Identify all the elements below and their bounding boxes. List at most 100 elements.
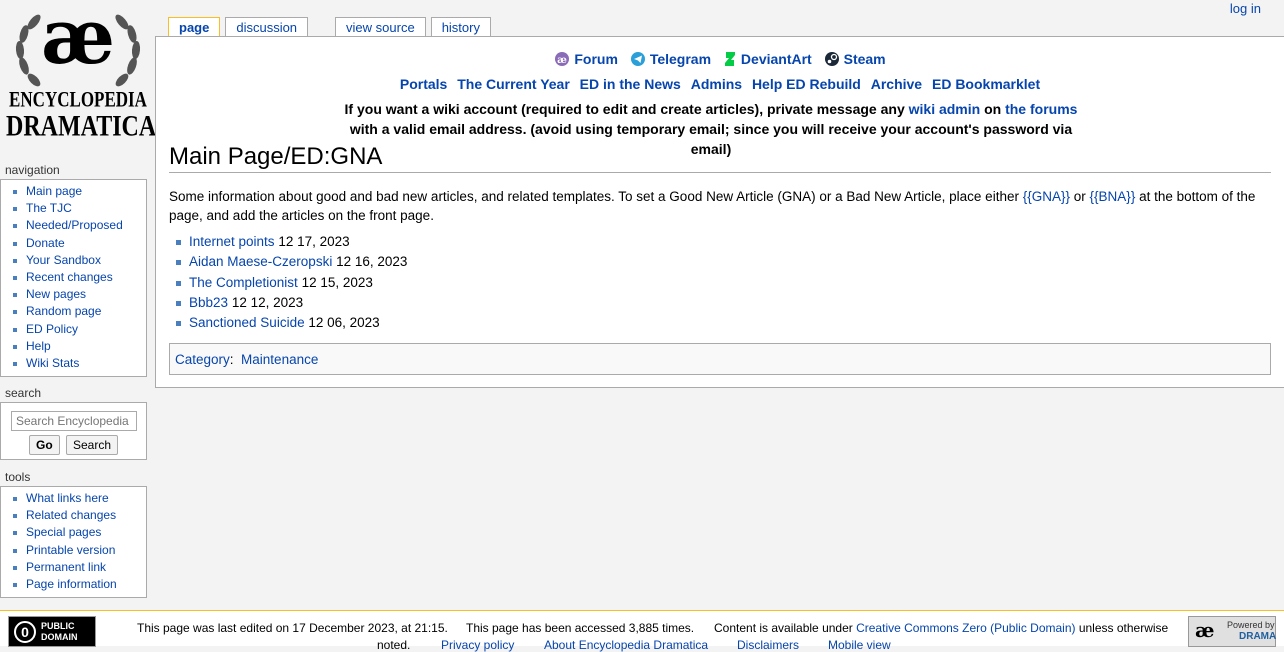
telegram-label: Telegram: [649, 51, 712, 67]
list-item: Internet points 12 17, 2023: [169, 233, 407, 253]
search-input[interactable]: [11, 411, 137, 431]
wiki-admin-link[interactable]: wiki admin: [909, 101, 981, 117]
nav-main-page[interactable]: Main page: [26, 184, 82, 198]
public-domain-badge[interactable]: 0 PUBLIC DOMAIN: [8, 616, 96, 647]
list-item: The Completionist 12 15, 2023: [169, 274, 407, 294]
page-title: Main Page/ED:GNA: [169, 143, 1271, 173]
list-item: Sanctioned Suicide 12 06, 2023: [169, 314, 407, 334]
about-link[interactable]: About Encyclopedia Dramatica: [544, 638, 708, 652]
nav-needed-proposed[interactable]: Needed/Proposed: [26, 218, 123, 232]
powered-by-name: DRAMA: [1239, 631, 1277, 642]
intro-text-1: Some information about good and bad new …: [169, 189, 1023, 204]
deviantart-label: DeviantArt: [740, 51, 812, 67]
login-link[interactable]: log in: [1230, 1, 1261, 16]
pd-line-1: PUBLIC: [41, 621, 75, 631]
tool-special-pages[interactable]: Special pages: [26, 525, 101, 539]
category-label-link[interactable]: Category: [175, 352, 230, 367]
license-link[interactable]: Creative Commons Zero (Public Domain): [856, 621, 1075, 635]
mobile-view-link[interactable]: Mobile view: [828, 638, 891, 652]
view-count-info: This page has been accessed 3,885 times.: [466, 621, 695, 635]
search-portlet: Go Search: [0, 402, 147, 460]
nav-help[interactable]: Help: [26, 339, 51, 353]
notice-text-1: If you want a wiki account (required to …: [344, 101, 909, 117]
nav-wiki-stats[interactable]: Wiki Stats: [26, 356, 79, 370]
main-content: æ Forum Telegram DeviantArt Steam Portal…: [155, 36, 1284, 388]
forum-label: Forum: [574, 51, 618, 67]
tab-view-source[interactable]: view source: [335, 17, 426, 37]
nav-the-tjc[interactable]: The TJC: [26, 201, 72, 215]
tool-what-links-here[interactable]: What links here: [26, 491, 109, 505]
forum-link[interactable]: æ Forum: [554, 51, 618, 67]
search-heading: search: [5, 386, 42, 400]
tool-related-changes[interactable]: Related changes: [26, 508, 116, 522]
forum-icon: æ: [555, 52, 570, 66]
telegram-icon: [630, 52, 645, 66]
steam-link[interactable]: Steam: [824, 51, 886, 67]
gna-template-link[interactable]: {{GNA}}: [1023, 189, 1070, 204]
article-link[interactable]: Bbb23: [189, 295, 228, 310]
tab-page[interactable]: page: [168, 17, 221, 38]
license-info: Content is available under Creative Comm…: [714, 621, 1168, 635]
article-link[interactable]: Sanctioned Suicide: [189, 315, 305, 330]
help-rebuild-link[interactable]: Help ED Rebuild: [752, 76, 861, 92]
tool-printable-version[interactable]: Printable version: [26, 543, 115, 557]
admins-link[interactable]: Admins: [691, 76, 742, 92]
portal-links: Portals The Current Year ED in the News …: [156, 76, 1284, 92]
tool-page-information[interactable]: Page information: [26, 577, 117, 591]
telegram-link[interactable]: Telegram: [630, 51, 711, 67]
search-button[interactable]: Search: [66, 435, 119, 455]
svg-text:æ: æ: [557, 55, 567, 66]
nav-random-page[interactable]: Random page: [26, 304, 101, 318]
pd-line-2: DOMAIN: [41, 632, 78, 642]
article-date: 12 12, 2023: [231, 294, 304, 310]
article-link[interactable]: Aidan Maese-Czeropski: [189, 254, 332, 269]
intro-text-or: or: [1070, 189, 1090, 204]
community-links: æ Forum Telegram DeviantArt Steam: [156, 51, 1284, 70]
article-link[interactable]: Internet points: [189, 234, 275, 249]
archive-link[interactable]: Archive: [871, 76, 922, 92]
nav-recent-changes[interactable]: Recent changes: [26, 270, 113, 284]
navigation-portlet: Main page The TJC Needed/Proposed Donate…: [0, 179, 147, 377]
nav-ed-policy[interactable]: ED Policy: [26, 322, 78, 336]
tool-permanent-link[interactable]: Permanent link: [26, 560, 106, 574]
list-item: Aidan Maese-Czeropski 12 16, 2023: [169, 253, 407, 273]
category-links: Category: Maintenance: [169, 343, 1271, 375]
tab-discussion[interactable]: discussion: [225, 17, 309, 37]
public-domain-icon: 0: [14, 621, 36, 643]
footer: 0 PUBLIC DOMAIN This page was last edite…: [0, 610, 1284, 652]
logo-line-1: ENCYCLOPEDIA: [9, 87, 147, 112]
page-tabs: page discussion view source history: [168, 17, 496, 38]
nav-donate[interactable]: Donate: [26, 236, 65, 250]
nav-new-pages[interactable]: New pages: [26, 287, 86, 301]
tools-portlet: What links here Related changes Special …: [0, 486, 147, 598]
tab-history[interactable]: history: [430, 17, 491, 37]
privacy-policy-link[interactable]: Privacy policy: [441, 638, 514, 652]
portals-link[interactable]: Portals: [400, 76, 447, 92]
powered-by-icon: æ: [1195, 618, 1215, 642]
deviantart-icon: [724, 52, 735, 66]
ed-in-news-link[interactable]: ED in the News: [580, 76, 681, 92]
disclaimers-link[interactable]: Disclaimers: [737, 638, 799, 652]
powered-by-badge[interactable]: æ Powered by DRAMA: [1188, 616, 1276, 647]
tools-heading: tools: [5, 470, 31, 484]
current-year-link[interactable]: The Current Year: [457, 76, 570, 92]
article-date: 12 16, 2023: [336, 254, 408, 270]
license-post: unless otherwise: [1075, 621, 1169, 635]
bookmarklet-link[interactable]: ED Bookmarklet: [932, 76, 1040, 92]
go-button[interactable]: Go: [29, 435, 60, 455]
bna-template-link[interactable]: {{BNA}}: [1090, 189, 1136, 204]
article-date: 12 15, 2023: [301, 274, 373, 290]
site-logo[interactable]: æ ENCYCLOPEDIA DRAMATICA: [6, 0, 156, 148]
deviantart-link[interactable]: DeviantArt: [723, 51, 812, 67]
license-pre: Content is available under: [714, 621, 857, 635]
logo-mark: æ: [40, 0, 116, 81]
steam-label: Steam: [843, 51, 886, 67]
powered-by-label: Powered by: [1227, 620, 1275, 630]
forums-link[interactable]: the forums: [1005, 101, 1077, 117]
category-maintenance-link[interactable]: Maintenance: [241, 352, 318, 367]
notice-text-2: on: [980, 101, 1006, 117]
article-date: 12 17, 2023: [278, 234, 350, 249]
article-link[interactable]: The Completionist: [189, 275, 298, 290]
license-wrap: noted.: [377, 638, 411, 652]
nav-your-sandbox[interactable]: Your Sandbox: [26, 253, 101, 267]
